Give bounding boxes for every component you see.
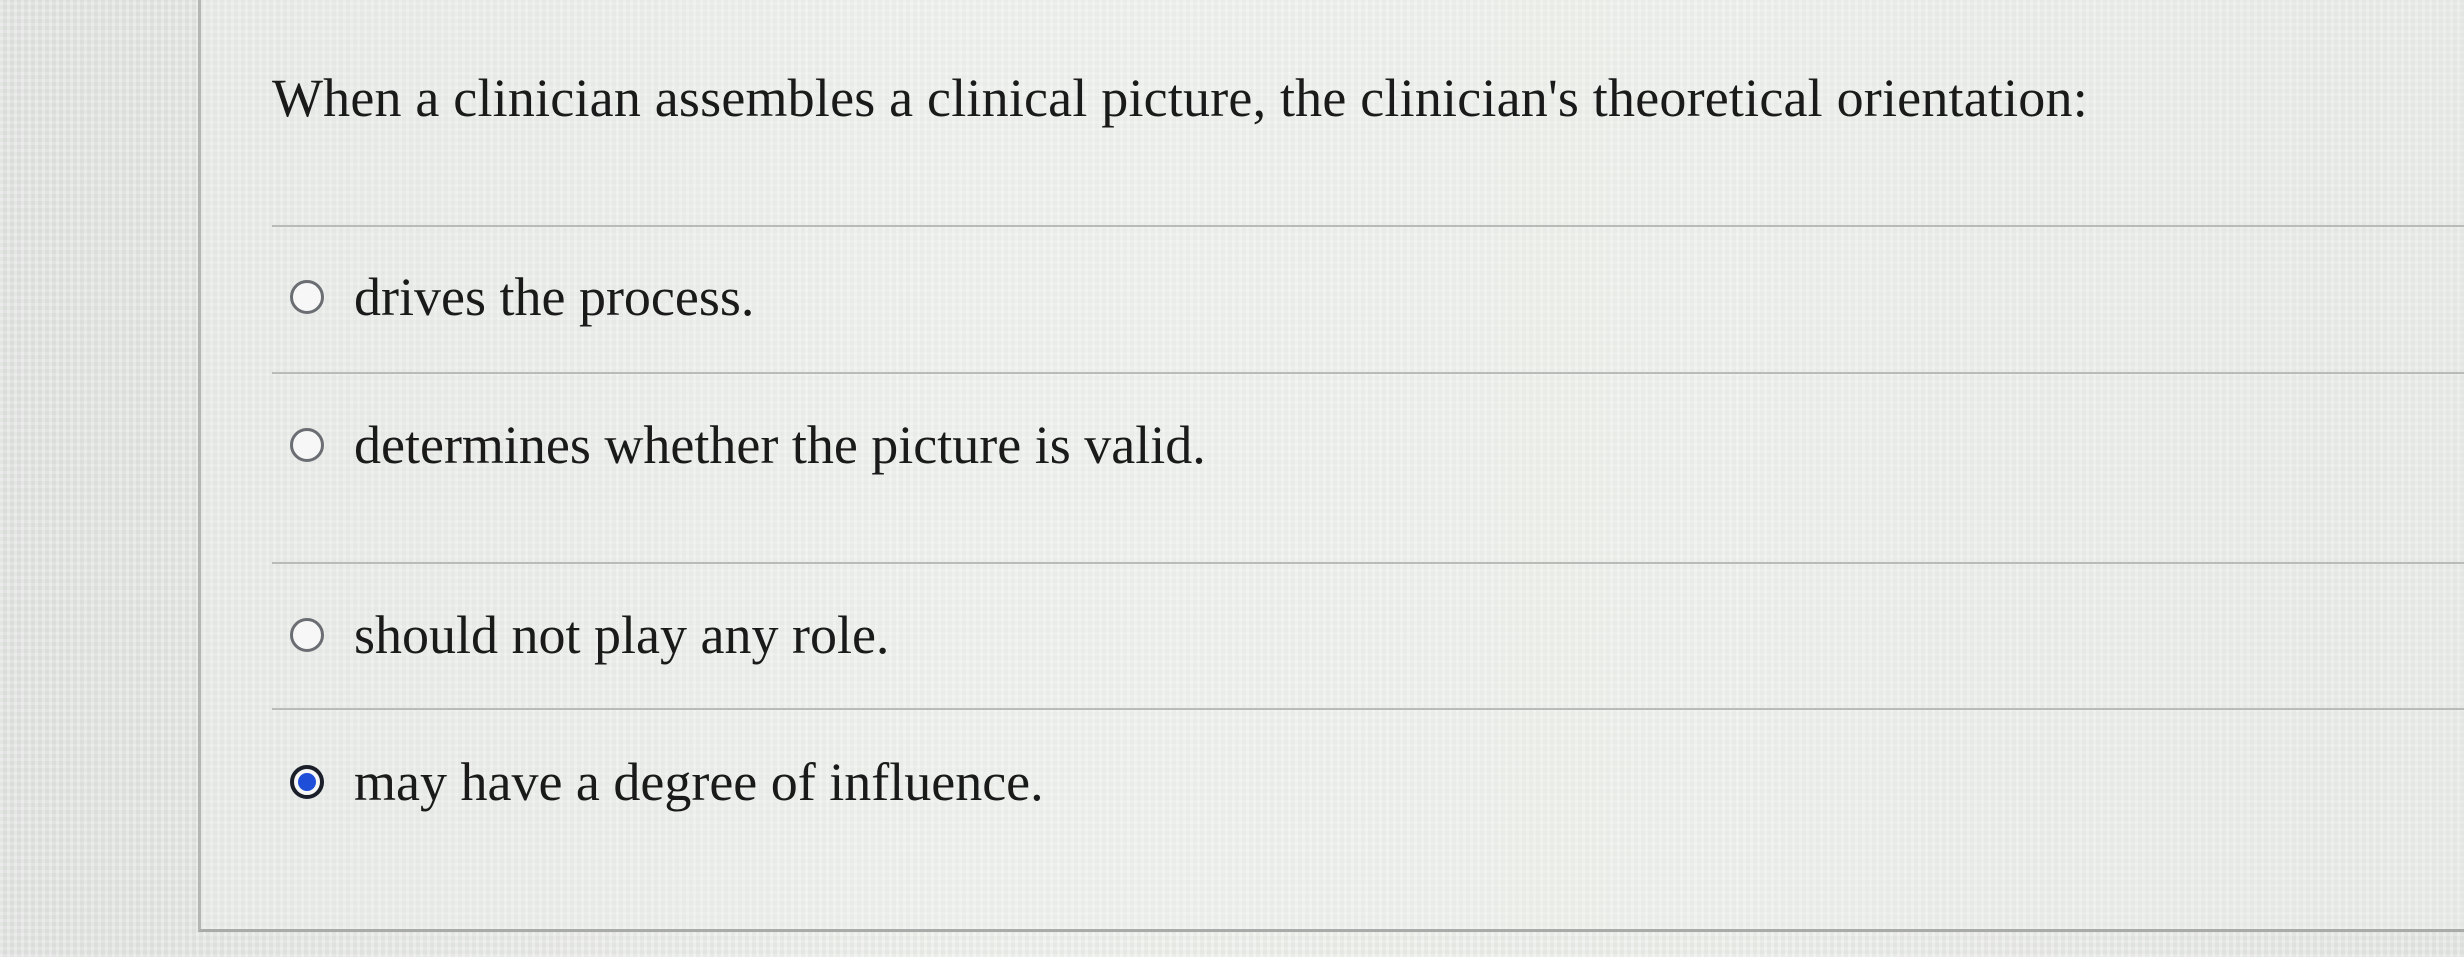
radio-unselected-icon[interactable] <box>290 280 324 314</box>
answer-option-label: determines whether the picture is valid. <box>354 415 1206 475</box>
answer-option-4[interactable]: may have a degree of influence. <box>290 742 1044 822</box>
divider <box>272 708 2464 710</box>
answer-option-1[interactable]: drives the process. <box>290 257 754 337</box>
answer-option-label: drives the process. <box>354 267 755 327</box>
divider <box>272 225 2464 227</box>
answer-option-2[interactable]: determines whether the picture is valid. <box>290 405 1206 485</box>
radio-unselected-icon[interactable] <box>290 428 324 462</box>
divider <box>272 562 2464 564</box>
radio-selected-icon[interactable] <box>290 765 324 799</box>
answer-option-label: should not play any role. <box>354 605 890 665</box>
answer-option-label: may have a degree of influence. <box>354 752 1044 812</box>
question-text: When a clinician assembles a clinical pi… <box>272 68 2088 128</box>
answer-option-3[interactable]: should not play any role. <box>290 595 889 675</box>
radio-unselected-icon[interactable] <box>290 618 324 652</box>
divider <box>272 372 2464 374</box>
